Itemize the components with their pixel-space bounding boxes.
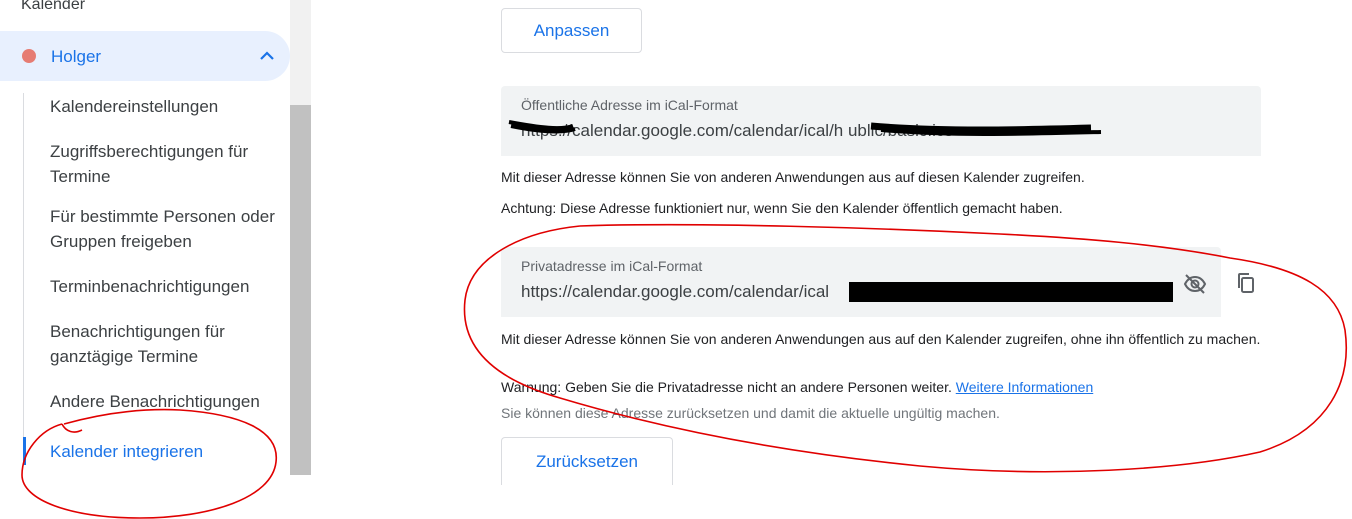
private-address-warning-row: Warnung: Geben Sie die Privatadresse nic… (501, 379, 1093, 395)
private-address-value[interactable]: https://calendar.google.com/calendar/ica… (521, 282, 829, 302)
sidebar-scrollbar-thumb[interactable] (290, 105, 311, 475)
public-address-field[interactable]: Öffentliche Adresse im iCal-Format https… (501, 86, 1261, 156)
redaction-block (849, 282, 1173, 302)
private-address-label: Privatadresse im iCal-Format (521, 258, 703, 274)
sidebar-item-share-with-people[interactable]: Für bestimmte Personen oder Gruppen frei… (50, 204, 285, 254)
eye-off-icon[interactable] (1183, 272, 1207, 296)
sidebar-item-event-notifications[interactable]: Terminbenachrichtigungen (50, 274, 285, 299)
reset-button[interactable]: Zurücksetzen (501, 437, 673, 485)
sidebar-item-integrate-calendar[interactable]: Kalender integrieren (50, 439, 285, 464)
reset-note: Sie können diese Adresse zurücksetzen un… (501, 405, 1000, 421)
active-indicator (23, 437, 26, 465)
sidebar-calendar-holger[interactable]: Holger (0, 31, 290, 81)
customize-button[interactable]: Anpassen (501, 8, 642, 53)
public-address-help: Mit dieser Adresse können Sie von andere… (501, 169, 1085, 185)
sidebar-heading: Kalender (21, 0, 86, 13)
chevron-up-icon[interactable] (258, 48, 276, 64)
sidebar-item-calendar-settings[interactable]: Kalendereinstellungen (50, 94, 285, 119)
settings-sidebar: Kalender Holger Kalendereinstellungen Zu… (0, 0, 290, 519)
calendar-color-dot (22, 49, 36, 63)
calendar-name: Holger (51, 47, 102, 66)
tree-line (23, 93, 24, 465)
copy-icon[interactable] (1234, 271, 1258, 295)
redaction-scribble (508, 120, 1102, 136)
more-info-link[interactable]: Weitere Informationen (956, 379, 1093, 395)
sidebar-item-other-notifications[interactable]: Andere Benachrichtigungen (50, 389, 285, 414)
private-address-help: Mit dieser Adresse können Sie von andere… (501, 331, 1261, 347)
sidebar-item-access-permissions[interactable]: Zugriffsberechtigungen für Termine (50, 139, 285, 189)
sidebar-item-allday-notifications[interactable]: Benachrichtigungen für ganztägige Termin… (50, 319, 285, 369)
public-address-warning: Achtung: Diese Adresse funktioniert nur,… (501, 200, 1063, 216)
private-address-warning: Warnung: Geben Sie die Privatadresse nic… (501, 379, 952, 395)
private-address-field[interactable]: Privatadresse im iCal-Format https://cal… (501, 247, 1221, 317)
